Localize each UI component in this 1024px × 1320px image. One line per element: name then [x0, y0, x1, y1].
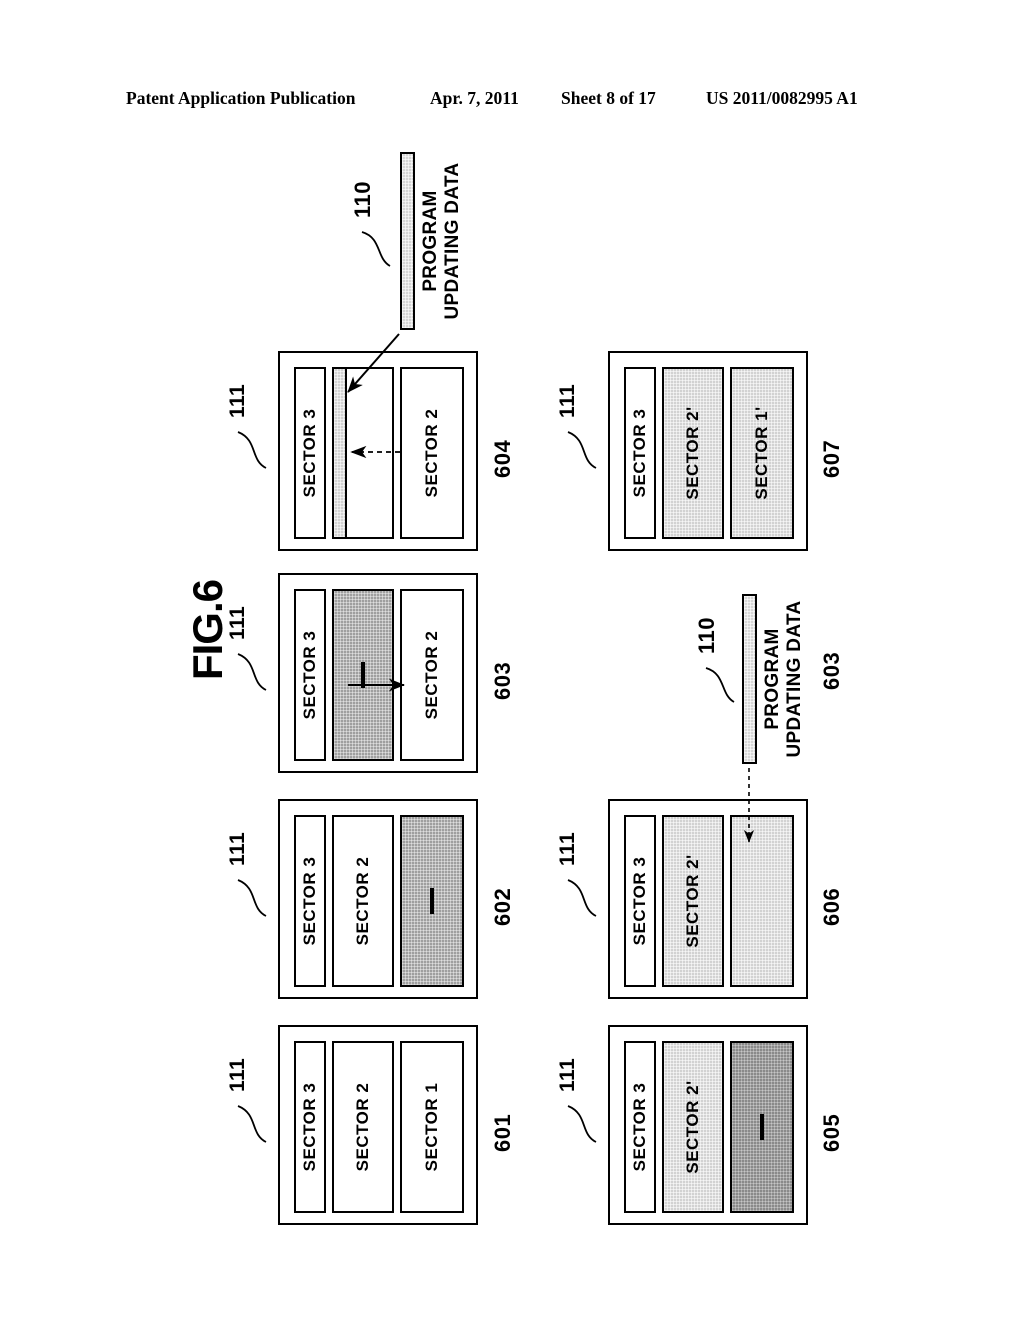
ref-604: 604 — [490, 439, 515, 478]
sector-603-2-erased — [332, 589, 394, 761]
ref-601: 601 — [490, 1113, 515, 1152]
pud-line2-lower: UPDATING DATA — [784, 600, 805, 758]
module-601: SECTOR 3 SECTOR 2 SECTOR 1 — [278, 1025, 478, 1225]
ref-111-601: 111 — [226, 1057, 249, 1092]
sector-601-3: SECTOR 1 — [400, 1041, 464, 1213]
ref-111-607: 111 — [556, 383, 579, 418]
sector-606-1-label: SECTOR 3 — [630, 856, 649, 946]
sector-603-1: SECTOR 3 — [294, 589, 326, 761]
program-updating-data-label-lower: PROGRAM UPDATING DATA — [762, 594, 806, 764]
pud-line2-top: UPDATING DATA — [442, 162, 463, 320]
module-602: SECTOR 3 SECTOR 2 — [278, 799, 478, 999]
module-605: SECTOR 3 SECTOR 2' — [608, 1025, 808, 1225]
ref-603-lower-stage: 603 — [819, 651, 844, 690]
sector-604-3-label: SECTOR 2 — [422, 408, 441, 498]
leader-line-110-lower — [705, 667, 735, 703]
ref-111-603: 111 — [226, 605, 249, 640]
leader-line-111-601 — [237, 1105, 267, 1143]
sector-601-1-label: SECTOR 3 — [300, 1082, 319, 1172]
header-sheet: Sheet 8 of 17 — [561, 88, 656, 108]
sector-604-2 — [332, 367, 394, 539]
ref-110-top: 110 — [350, 181, 375, 218]
sector-607-2-label: SECTOR 2' — [683, 406, 702, 500]
sector-603-3: SECTOR 2 — [400, 589, 464, 761]
sector-604-1-label: SECTOR 3 — [300, 408, 319, 498]
sector-607-1: SECTOR 3 — [624, 367, 656, 539]
sector-601-2: SECTOR 2 — [332, 1041, 394, 1213]
module-607: SECTOR 3 SECTOR 2' SECTOR 1' — [608, 351, 808, 551]
sector-601-1: SECTOR 3 — [294, 1041, 326, 1213]
ref-602: 602 — [490, 887, 515, 926]
sector-607-1-label: SECTOR 3 — [630, 408, 649, 498]
sector-605-1: SECTOR 3 — [624, 1041, 656, 1213]
header-publication: Patent Application Publication — [126, 88, 356, 108]
ref-111-602: 111 — [226, 831, 249, 866]
pud-line1-top: PROGRAM — [420, 190, 441, 292]
leader-line-111-606 — [567, 879, 597, 917]
sector-607-3: SECTOR 1' — [730, 367, 794, 539]
ref-605: 605 — [819, 1113, 844, 1152]
sector-601-3-label: SECTOR 1 — [422, 1082, 441, 1172]
module-603: SECTOR 3 SECTOR 2 — [278, 573, 478, 773]
program-updating-data-bar-top — [400, 152, 415, 330]
sector-606-2: SECTOR 2' — [662, 815, 724, 987]
sector-605-2: SECTOR 2' — [662, 1041, 724, 1213]
ref-111-606: 111 — [556, 831, 579, 866]
sector-603-3-label: SECTOR 2 — [422, 630, 441, 720]
module-606: SECTOR 3 SECTOR 2' — [608, 799, 808, 999]
leader-line-111-607 — [567, 431, 597, 469]
ref-606: 606 — [819, 887, 844, 926]
sector-605-2-label: SECTOR 2' — [683, 1080, 702, 1174]
module-604: SECTOR 3 SECTOR 2 — [278, 351, 478, 551]
ref-110-lower: 110 — [694, 617, 719, 654]
sector-605-3-erased — [730, 1041, 794, 1213]
erase-dash-605 — [760, 1114, 764, 1140]
leader-line-111-605 — [567, 1105, 597, 1143]
sector-601-2-label: SECTOR 2 — [353, 1082, 372, 1172]
sector-602-2-label: SECTOR 2 — [353, 856, 372, 946]
sector-603-1-label: SECTOR 3 — [300, 630, 319, 720]
leader-line-111-602 — [237, 879, 267, 917]
sector-606-2-label: SECTOR 2' — [683, 854, 702, 948]
sector-607-2: SECTOR 2' — [662, 367, 724, 539]
leader-line-111-603 — [237, 653, 267, 691]
ref-111-604: 111 — [226, 383, 249, 418]
sector-604-3: SECTOR 2 — [400, 367, 464, 539]
page-header: Patent Application Publication Apr. 7, 2… — [0, 88, 1024, 116]
pud-line1-lower: PROGRAM — [762, 628, 783, 730]
sector-604-2-stripe — [334, 369, 347, 537]
ref-603: 603 — [490, 661, 515, 700]
sector-605-1-label: SECTOR 3 — [630, 1082, 649, 1172]
leader-line-111-604 — [237, 431, 267, 469]
sector-602-2: SECTOR 2 — [332, 815, 394, 987]
program-updating-data-bar-lower — [742, 594, 757, 764]
header-patent-number: US 2011/0082995 A1 — [706, 88, 858, 108]
sector-607-3-label: SECTOR 1' — [752, 406, 771, 500]
leader-line-110-top — [361, 231, 391, 267]
sector-606-3 — [730, 815, 794, 987]
program-updating-data-label-top: PROGRAM UPDATING DATA — [420, 152, 464, 330]
erase-dash-603 — [361, 662, 365, 688]
ref-607: 607 — [819, 439, 844, 478]
sector-606-1: SECTOR 3 — [624, 815, 656, 987]
ref-111-605: 111 — [556, 1057, 579, 1092]
sector-602-1-label: SECTOR 3 — [300, 856, 319, 946]
sector-604-1: SECTOR 3 — [294, 367, 326, 539]
sector-602-1: SECTOR 3 — [294, 815, 326, 987]
sector-602-3-erased — [400, 815, 464, 987]
header-date: Apr. 7, 2011 — [430, 88, 519, 108]
erase-dash-602 — [430, 888, 434, 914]
